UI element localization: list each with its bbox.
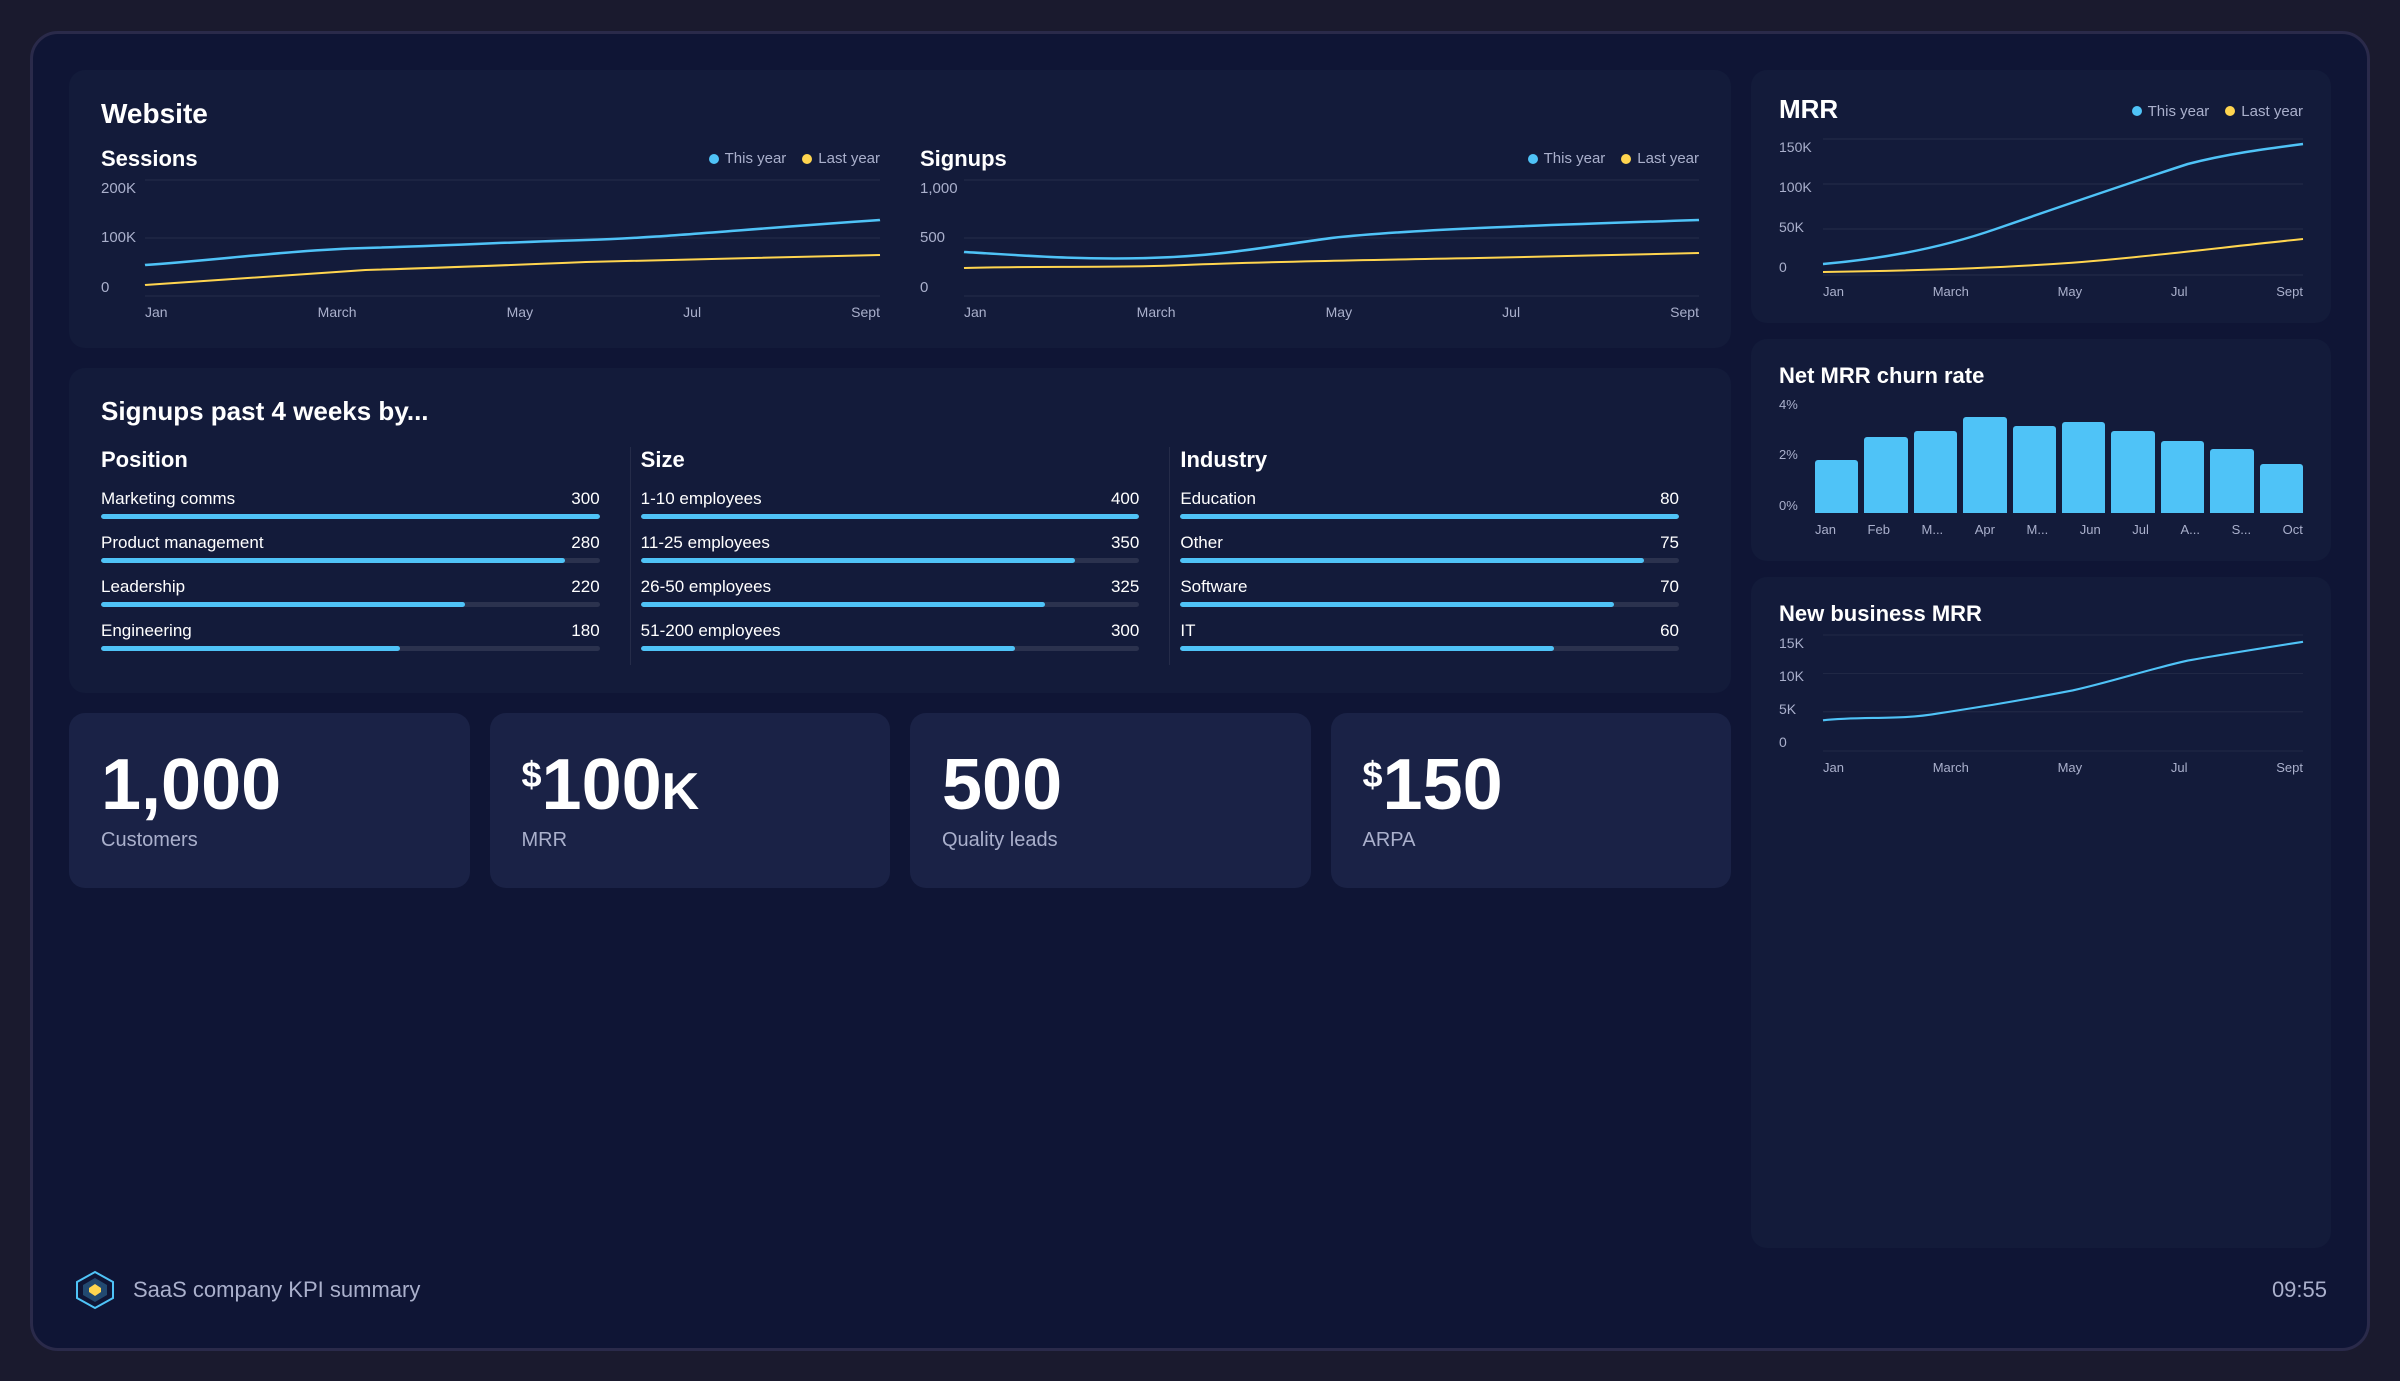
footer-left: SaaS company KPI summary bbox=[73, 1268, 420, 1312]
kpi-leads: 500 Quality leads bbox=[910, 713, 1311, 888]
sessions-legend-last-year: Last year bbox=[802, 150, 880, 167]
left-panel: Website Sessions This year bbox=[69, 70, 1731, 1248]
position-row-1: Marketing comms 300 bbox=[101, 489, 600, 519]
industry-col: Industry Education 80 Other 75 bbox=[1180, 447, 1699, 665]
industry-row-4: IT 60 bbox=[1180, 621, 1679, 651]
mrr-legend: This year Last year bbox=[2132, 103, 2303, 120]
kpi-arpa-desc: ARPA bbox=[1363, 829, 1700, 852]
bar-feb bbox=[1864, 397, 1907, 513]
sessions-legend-this-year: This year bbox=[709, 150, 787, 167]
bar-may bbox=[2013, 397, 2056, 513]
kpi-mrr-desc: MRR bbox=[522, 829, 859, 852]
signups-4weeks-title: Signups past 4 weeks by... bbox=[101, 396, 1699, 427]
mrr-legend-this-year: This year bbox=[2132, 103, 2210, 120]
bar-jul bbox=[2111, 397, 2154, 513]
new-mrr-title: New business MRR bbox=[1779, 601, 2303, 627]
kpi-customers-desc: Customers bbox=[101, 829, 438, 852]
sessions-x-labels: Jan March May Jul Sept bbox=[145, 304, 880, 320]
mrr-chart-inner bbox=[1823, 139, 2303, 275]
churn-bars bbox=[1815, 397, 2303, 513]
sessions-label: Sessions bbox=[101, 146, 198, 172]
industry-row-2: Other 75 bbox=[1180, 533, 1679, 563]
signups-4weeks-card: Signups past 4 weeks by... Position Mark… bbox=[69, 368, 1731, 693]
mrr-chart-container: 150K 100K 50K 0 bbox=[1779, 139, 2303, 299]
kpi-customers: 1,000 Customers bbox=[69, 713, 470, 888]
mrr-card: MRR This year Last year 150 bbox=[1751, 70, 2331, 323]
signups-chart: Signups This year Last year bbox=[920, 146, 1699, 320]
bar-jan bbox=[1815, 397, 1858, 513]
bar-apr bbox=[1963, 397, 2006, 513]
position-row-2: Product management 280 bbox=[101, 533, 600, 563]
footer-title: SaaS company KPI summary bbox=[133, 1277, 420, 1303]
signups-legend-this-year: This year bbox=[1528, 150, 1606, 167]
sessions-legend: This year Last year bbox=[709, 150, 880, 167]
industry-header: Industry bbox=[1180, 447, 1679, 473]
size-row-3: 26-50 employees 325 bbox=[641, 577, 1140, 607]
bar-aug bbox=[2161, 397, 2204, 513]
sessions-chart-inner bbox=[145, 180, 880, 296]
net-mrr-churn-card: Net MRR churn rate 4% 2% 0% bbox=[1751, 339, 2331, 561]
bar-jun bbox=[2062, 397, 2105, 513]
signups-legend: This year Last year bbox=[1528, 150, 1699, 167]
new-business-mrr-card: New business MRR 15K 10K 5K 0 bbox=[1751, 577, 2331, 1248]
churn-chart: 4% 2% 0% bbox=[1779, 397, 2303, 537]
size-header: Size bbox=[641, 447, 1140, 473]
logo-icon bbox=[73, 1268, 117, 1312]
divider-2 bbox=[1169, 447, 1170, 665]
size-row-1: 1-10 employees 400 bbox=[641, 489, 1140, 519]
signups-last-year-dot bbox=[1621, 154, 1631, 164]
kpi-arpa: $150 ARPA bbox=[1331, 713, 1732, 888]
main-content: Website Sessions This year bbox=[69, 70, 2331, 1248]
churn-title: Net MRR churn rate bbox=[1779, 363, 2303, 389]
position-row-4: Engineering 180 bbox=[101, 621, 600, 651]
bar-mar bbox=[1914, 397, 1957, 513]
signups-this-year-dot bbox=[1528, 154, 1538, 164]
kpi-mrr-number: $100K bbox=[522, 749, 859, 821]
signups-x-labels: Jan March May Jul Sept bbox=[964, 304, 1699, 320]
divider-1 bbox=[630, 447, 631, 665]
mrr-x-labels: Jan March May Jul Sept bbox=[1823, 284, 2303, 299]
signups-chart-container: 1,000 500 0 bbox=[920, 180, 1699, 320]
sessions-chart: Sessions This year Last year bbox=[101, 146, 880, 320]
website-title: Website bbox=[101, 98, 1699, 130]
new-mrr-x-labels: Jan March May Jul Sept bbox=[1823, 760, 2303, 775]
sessions-chart-container: 200K 100K 0 bbox=[101, 180, 880, 320]
signups-4weeks-cols: Position Marketing comms 300 Product man… bbox=[101, 447, 1699, 665]
size-col: Size 1-10 employees 400 11-25 employees bbox=[641, 447, 1160, 665]
position-header: Position bbox=[101, 447, 600, 473]
new-mrr-chart: 15K 10K 5K 0 bbox=[1779, 635, 2303, 775]
website-card: Website Sessions This year bbox=[69, 70, 1731, 348]
bar-oct bbox=[2260, 397, 2303, 513]
industry-row-3: Software 70 bbox=[1180, 577, 1679, 607]
kpi-mrr: $100K MRR bbox=[490, 713, 891, 888]
kpi-leads-desc: Quality leads bbox=[942, 829, 1279, 852]
bar-sep bbox=[2210, 397, 2253, 513]
position-row-3: Leadership 220 bbox=[101, 577, 600, 607]
signups-legend-last-year: Last year bbox=[1621, 150, 1699, 167]
this-year-dot bbox=[709, 154, 719, 164]
website-charts-row: Sessions This year Last year bbox=[101, 146, 1699, 320]
right-panel: MRR This year Last year 150 bbox=[1751, 70, 2331, 1248]
industry-row-1: Education 80 bbox=[1180, 489, 1679, 519]
mrr-title: MRR bbox=[1779, 94, 1838, 125]
mrr-legend-last-year: Last year bbox=[2225, 103, 2303, 120]
size-row-2: 11-25 employees 350 bbox=[641, 533, 1140, 563]
last-year-dot bbox=[802, 154, 812, 164]
kpi-leads-number: 500 bbox=[942, 749, 1279, 821]
footer-time: 09:55 bbox=[2272, 1277, 2327, 1303]
churn-y-labels: 4% 2% 0% bbox=[1779, 397, 1798, 513]
kpi-customers-number: 1,000 bbox=[101, 749, 438, 821]
signups-label: Signups bbox=[920, 146, 1007, 172]
sessions-y-labels: 200K 100K 0 bbox=[101, 180, 136, 296]
size-row-4: 51-200 employees 300 bbox=[641, 621, 1140, 651]
new-mrr-chart-inner bbox=[1823, 635, 2303, 751]
signups-y-labels: 1,000 500 0 bbox=[920, 180, 958, 296]
position-col: Position Marketing comms 300 Product man… bbox=[101, 447, 620, 665]
dashboard-screen: Website Sessions This year bbox=[30, 31, 2370, 1351]
kpi-arpa-number: $150 bbox=[1363, 749, 1700, 821]
signups-chart-inner bbox=[964, 180, 1699, 296]
churn-x-labels: Jan Feb M... Apr M... Jun Jul A... S... … bbox=[1815, 522, 2303, 537]
kpi-row: 1,000 Customers $100K MRR 500 Quality le… bbox=[69, 713, 1731, 888]
footer: SaaS company KPI summary 09:55 bbox=[69, 1268, 2331, 1312]
